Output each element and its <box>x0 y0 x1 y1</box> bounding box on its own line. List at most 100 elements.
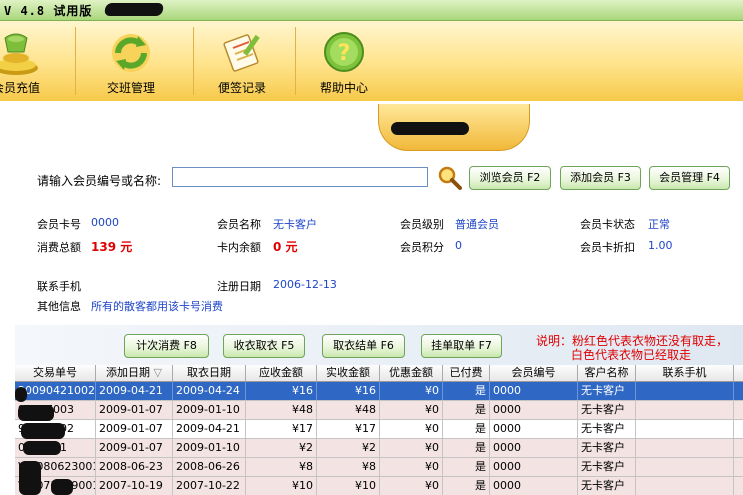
table-cell-due: ¥2 <box>246 439 317 457</box>
card-discount-label: 会员卡折扣 <box>580 241 635 254</box>
table-cell-member: 0000 <box>490 439 578 457</box>
refresh-icon <box>112 34 150 72</box>
table-cell-cust: 无卡客户 <box>578 477 636 495</box>
receive-clothes-button[interactable]: 收衣取衣 F5 <box>223 334 305 358</box>
redacted-mark <box>19 461 41 495</box>
register-date-label: 注册日期 <box>217 280 261 293</box>
shift-management-button[interactable]: 交班管理 <box>91 21 171 101</box>
column-header[interactable]: 会员编号 <box>490 365 578 381</box>
table-cell-cust: 无卡客户 <box>578 420 636 438</box>
table-cell-pick: 2009-04-24 <box>173 382 246 400</box>
table-cell-disc: ¥0 <box>380 477 443 495</box>
column-header[interactable]: 联系手机 <box>636 365 734 381</box>
table-row[interactable]: 901070032009-01-072009-01-10¥48¥48¥0是000… <box>15 401 743 420</box>
table-cell-paid: ¥10 <box>317 477 380 495</box>
count-consume-button[interactable]: 计次消费 F8 <box>124 334 209 358</box>
redacted-mark <box>15 387 27 402</box>
table-cell-payed: 是 <box>443 439 490 457</box>
help-center-label: 帮助中心 <box>319 81 368 95</box>
table-cell-pick: 2009-04-21 <box>173 420 246 438</box>
redacted-mark <box>23 441 61 455</box>
title-bar: V 4.8 试用版 <box>0 0 743 21</box>
table-cell-disc: ¥0 <box>380 420 443 438</box>
table-cell-due: ¥48 <box>246 401 317 419</box>
column-header[interactable]: 实收金额 <box>317 365 380 381</box>
search-input[interactable] <box>172 167 428 187</box>
toolbar-divider <box>295 27 296 95</box>
legend-note-line2: 白色代表衣物已经取走 <box>571 348 692 362</box>
table-row[interactable]: 20090421002 2009-04-21 2009-04-24 ¥16 ¥16 ¥0 是… <box>15 382 743 401</box>
redacted-mark <box>21 423 65 439</box>
card-balance-label: 卡内余额 <box>217 241 261 254</box>
other-info-label: 其他信息 <box>37 300 81 313</box>
shift-management-label: 交班管理 <box>106 81 155 95</box>
table-cell-due: ¥16 <box>246 382 317 400</box>
browse-members-button[interactable]: 浏览会员 F2 <box>469 166 551 190</box>
transaction-table: 交易单号 添加日期 ▽ 取衣日期 应收金额 实收金额 优惠金额 已付费 会员编号… <box>15 365 743 495</box>
table-cell-phone <box>636 382 734 400</box>
table-cell-member: 0000 <box>490 458 578 476</box>
table-cell-cust: 无卡客户 <box>578 382 636 400</box>
other-info-value: 所有的散客都用该卡号消费 <box>91 300 223 313</box>
window-title: V 4.8 试用版 <box>4 4 93 18</box>
column-header[interactable]: 优惠金额 <box>380 365 443 381</box>
column-header[interactable]: 客户名称 <box>578 365 636 381</box>
notes-button[interactable]: 便签记录 <box>205 21 279 101</box>
register-date-value: 2006-12-13 <box>273 278 337 291</box>
table-row[interactable]: WB080623001 2008-06-23 2008-06-26 ¥8 ¥8 ¥0 是 00… <box>15 458 743 477</box>
table-cell-paid: ¥2 <box>317 439 380 457</box>
add-member-button[interactable]: 添加会员 F3 <box>560 166 641 190</box>
total-spend-label: 消费总额 <box>37 241 81 254</box>
recharge-button[interactable]: 会员充值 <box>0 21 54 101</box>
card-balance-value: 0 元 <box>273 240 298 254</box>
svg-text:?: ? <box>338 41 351 66</box>
redacted-mark <box>18 405 54 421</box>
table-cell-phone <box>636 401 734 419</box>
member-level-value: 普通会员 <box>455 218 499 231</box>
table-cell-cust: 无卡客户 <box>578 401 636 419</box>
table-cell-disc: ¥0 <box>380 382 443 400</box>
table-cell-payed: 是 <box>443 420 490 438</box>
table-row[interactable]: WB0710190012007-10-192007-10-22¥10¥10¥0是… <box>15 477 743 495</box>
search-icon[interactable] <box>437 165 463 191</box>
hang-order-button[interactable]: 挂单取单 F7 <box>421 334 502 358</box>
table-cell-pick: 2009-01-10 <box>173 401 246 419</box>
total-spend-value: 139 元 <box>91 240 133 254</box>
table-cell-member: 0000 <box>490 382 578 400</box>
column-header-label: 添加日期 <box>106 366 151 379</box>
table-cell-add: 2009-04-21 <box>96 382 173 400</box>
card-discount-value: 1.00 <box>648 239 673 252</box>
table-cell-add: 2009-01-07 <box>96 420 173 438</box>
column-header[interactable]: 已付费 <box>443 365 490 381</box>
table-cell-phone <box>636 439 734 457</box>
sort-arrow-icon: ▽ <box>153 366 162 379</box>
table-header: 交易单号 添加日期 ▽ 取衣日期 应收金额 实收金额 优惠金额 已付费 会员编号… <box>15 365 743 382</box>
card-no-value: 0000 <box>91 216 119 229</box>
notepad-icon <box>223 34 260 72</box>
column-header[interactable]: 应收金额 <box>246 365 317 381</box>
table-cell-member: 0000 <box>490 420 578 438</box>
member-level-label: 会员级别 <box>400 218 444 231</box>
member-points-value: 0 <box>455 239 462 252</box>
redacted-mark <box>391 122 469 135</box>
member-management-button[interactable]: 会员管理 F4 <box>649 166 730 190</box>
table-cell-payed: 是 <box>443 477 490 495</box>
header-tab <box>378 104 530 151</box>
search-label: 请输入会员编号或名称: <box>37 174 162 188</box>
table-row[interactable]: 901070022009-01-072009-04-21¥17¥17¥0是000… <box>15 420 743 439</box>
column-header[interactable]: 交易单号 <box>15 365 96 381</box>
column-header[interactable]: 添加日期 ▽ <box>96 365 173 381</box>
table-cell-paid: ¥48 <box>317 401 380 419</box>
table-cell-add: 2008-06-23 <box>96 458 173 476</box>
redacted-mark <box>51 479 73 495</box>
column-header[interactable]: 取衣日期 <box>173 365 246 381</box>
table-cell-id: 20090421002 <box>15 382 96 400</box>
table-row[interactable]: 01070012009-01-072009-01-10¥2¥2¥0是0000无卡… <box>15 439 743 458</box>
card-status-label: 会员卡状态 <box>580 218 635 231</box>
table-cell-cust: 无卡客户 <box>578 439 636 457</box>
help-center-button[interactable]: ? 帮助中心 <box>306 21 382 101</box>
table-cell-pick: 2009-01-10 <box>173 439 246 457</box>
table-cell-paid: ¥8 <box>317 458 380 476</box>
table-cell-phone <box>636 477 734 495</box>
settle-order-button[interactable]: 取衣结单 F6 <box>322 334 405 358</box>
